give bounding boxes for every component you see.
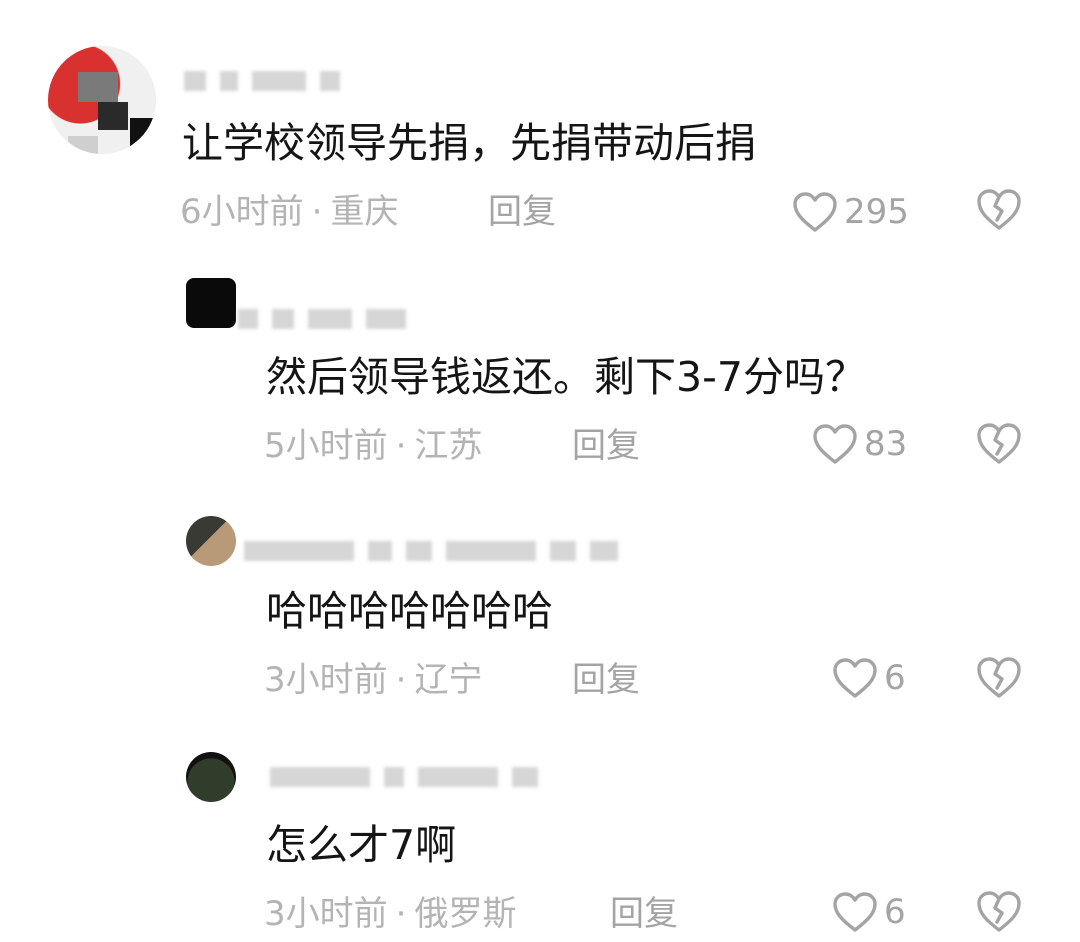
comment-text: 然后领导钱返还。剩下3-7分吗？: [266, 353, 866, 401]
like-count: 83: [864, 424, 908, 464]
username-blurred[interactable]: [184, 70, 354, 92]
meta-separator: ·: [395, 660, 407, 700]
avatar[interactable]: [186, 278, 236, 328]
reply-button[interactable]: 回复: [572, 426, 640, 466]
heart-outline-icon: [793, 192, 837, 232]
comment-meta: 3小时前 · 俄罗斯: [264, 894, 516, 934]
heart-outline-icon: [833, 892, 877, 932]
broken-heart-icon[interactable]: [975, 888, 1023, 936]
comment-location: 辽宁: [414, 660, 483, 700]
meta-separator: ·: [395, 426, 407, 466]
avatar[interactable]: [48, 46, 156, 154]
username-blurred[interactable]: [238, 308, 420, 330]
comment-meta: 3小时前 · 辽宁: [264, 660, 482, 700]
broken-heart-icon[interactable]: [975, 186, 1023, 234]
username-blurred[interactable]: [244, 540, 632, 562]
like-button[interactable]: 6: [832, 888, 906, 936]
comment-time: 3小时前: [264, 660, 388, 700]
comment-meta: 5小时前 · 江苏: [264, 426, 482, 466]
username-blurred[interactable]: [270, 766, 552, 788]
meta-separator: ·: [395, 894, 407, 934]
comment-location: 江苏: [414, 426, 483, 466]
comment-list: 让学校领导先捐，先捐带动后捐 6小时前 · 重庆 回复 295 然后领导钱返还。剩下…: [0, 0, 1080, 942]
meta-separator: ·: [311, 192, 323, 232]
comment-text: 怎么才7啊: [266, 821, 457, 869]
reply-button[interactable]: 回复: [488, 192, 556, 232]
reply-button[interactable]: 回复: [610, 894, 678, 934]
like-button[interactable]: 6: [832, 654, 906, 702]
like-count: 6: [884, 892, 906, 932]
like-button[interactable]: 295: [792, 188, 909, 236]
comment-meta: 6小时前 · 重庆: [180, 192, 398, 232]
like-count: 295: [844, 192, 909, 232]
comment-location: 俄罗斯: [414, 894, 517, 934]
comment-time: 5小时前: [264, 426, 388, 466]
heart-outline-icon: [813, 424, 857, 464]
like-count: 6: [884, 658, 906, 698]
avatar[interactable]: [186, 752, 236, 802]
reply-button[interactable]: 回复: [572, 660, 640, 700]
comment-text: 哈哈哈哈哈哈哈: [266, 587, 553, 635]
heart-outline-icon: [833, 658, 877, 698]
comment-text: 让学校领导先捐，先捐带动后捐: [182, 119, 756, 167]
broken-heart-icon[interactable]: [975, 420, 1023, 468]
comment-location: 重庆: [330, 192, 399, 232]
comment-time: 6小时前: [180, 192, 304, 232]
comment-time: 3小时前: [264, 894, 388, 934]
like-button[interactable]: 83: [812, 420, 907, 468]
avatar[interactable]: [186, 516, 236, 566]
broken-heart-icon[interactable]: [975, 654, 1023, 702]
